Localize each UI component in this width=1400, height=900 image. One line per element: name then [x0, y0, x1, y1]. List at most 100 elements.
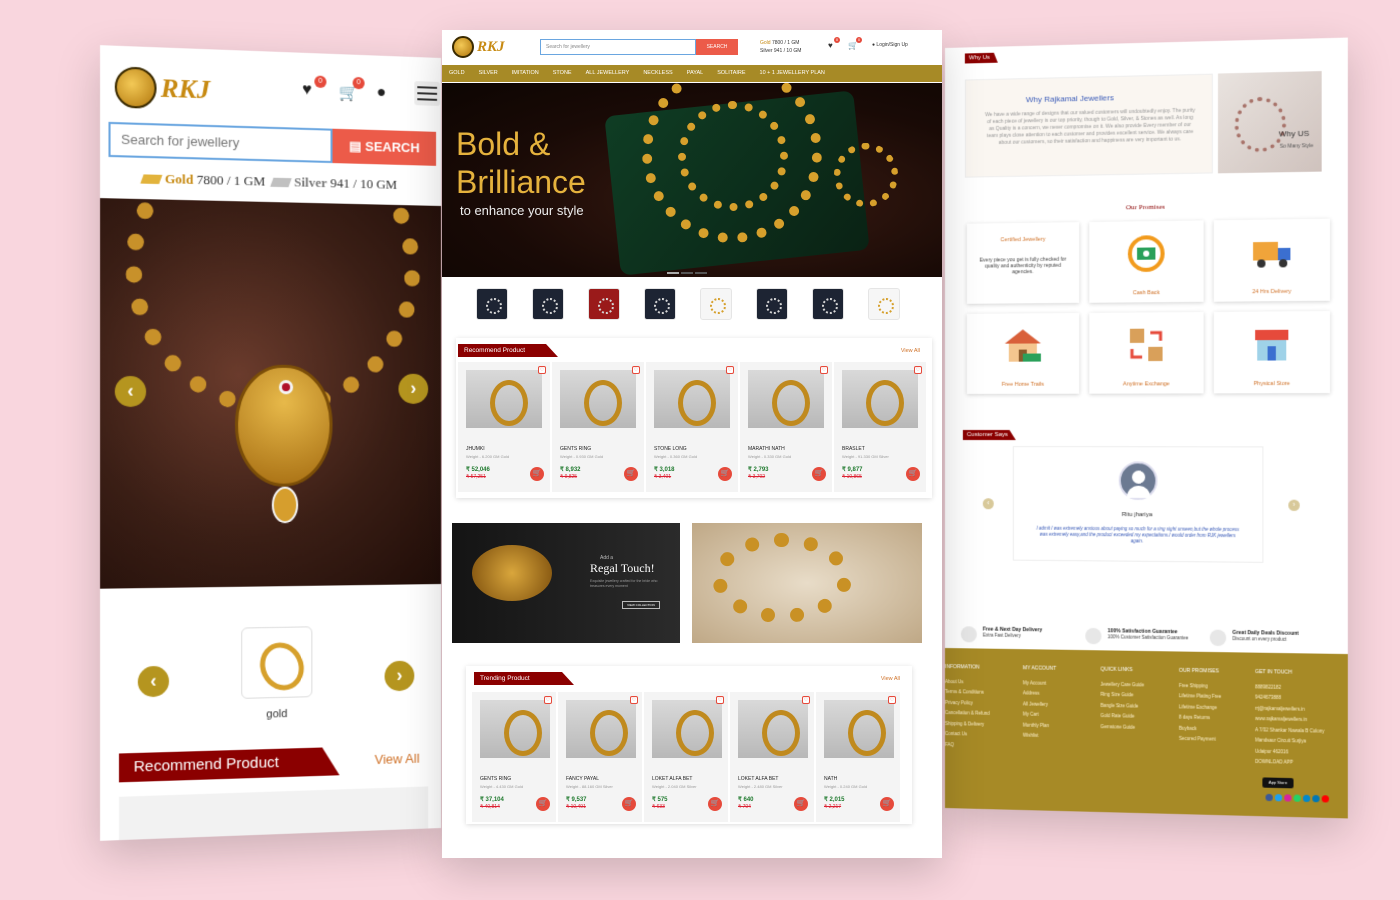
wishlist-heart-icon[interactable]: ♡ [716, 696, 724, 704]
search-input[interactable]: Search for jewellery [108, 122, 332, 163]
category-thumb[interactable] [476, 288, 508, 320]
youtube-icon[interactable] [1322, 795, 1329, 802]
footer-link[interactable]: Gold Rate Guide [1100, 711, 1144, 722]
wishlist-heart-icon[interactable]: ♡ [888, 696, 896, 704]
nav-imitation[interactable]: IMITATION [505, 65, 546, 82]
nav-gold[interactable]: GOLD [442, 65, 472, 82]
wishlist-heart-icon[interactable]: ♡ [538, 366, 546, 374]
footer-link[interactable]: Ring Size Guide [1100, 690, 1144, 701]
app-store-button[interactable]: App Store [1262, 777, 1293, 788]
product-card[interactable]: ♡ GENTS RING Weight - 4.430 GM Gold ₹ 37… [472, 692, 556, 822]
add-to-cart-icon[interactable]: 🛒 [906, 467, 920, 481]
footer-link[interactable]: Gemstone Guide [1100, 722, 1144, 734]
footer-website[interactable]: www.rajkamaljewellers.in [1255, 714, 1324, 726]
category-thumb[interactable] [532, 288, 564, 320]
wishlist-heart-icon[interactable]: ♡ [802, 696, 810, 704]
add-to-cart-icon[interactable]: 🛒 [536, 797, 550, 811]
linkedin-icon[interactable] [1312, 795, 1319, 802]
regal-touch-banner[interactable]: Add a Regal Touch! Exquisite jewellery c… [452, 523, 680, 643]
footer-phone[interactable]: 9424673888 [1255, 692, 1324, 704]
slider-next-button[interactable]: › [398, 374, 428, 404]
wishlist-heart-icon[interactable]: ♥ [828, 41, 833, 50]
footer-link[interactable]: My Cart [1023, 709, 1056, 720]
wishlist-heart-icon[interactable]: ♡ [820, 366, 828, 374]
view-collection-button[interactable]: VIEW COLLECTION [622, 601, 660, 609]
brand-logo[interactable]: RKJ [115, 66, 210, 110]
footer-link[interactable]: About Us [945, 677, 990, 688]
footer-link[interactable]: 8 days Returns [1179, 712, 1221, 724]
footer-link[interactable]: All Jewellery [1023, 699, 1056, 710]
wishlist-heart-icon[interactable]: ♡ [726, 366, 734, 374]
category-thumb[interactable] [756, 288, 788, 320]
slider-dots[interactable] [667, 272, 707, 274]
product-card[interactable]: ♡ LOKET ALFA BET Weight - 2.480 GM Silve… [730, 692, 814, 822]
add-to-cart-icon[interactable]: 🛒 [708, 797, 722, 811]
add-to-cart-icon[interactable]: 🛒 [624, 467, 638, 481]
category-thumb[interactable] [868, 288, 900, 320]
footer-link[interactable]: Lifetime Plating Free [1179, 691, 1221, 702]
wishlist-heart-icon[interactable]: ♡ [632, 366, 640, 374]
product-card[interactable]: ♡ MARATHI NATH Weight - 0.330 GM Gold ₹ … [740, 362, 832, 492]
slider-prev-button[interactable]: ‹ [115, 376, 146, 407]
add-to-cart-icon[interactable]: 🛒 [880, 797, 894, 811]
product-card[interactable]: ♡ LOKET ALFA BET Weight - 2.040 GM Silve… [644, 692, 728, 822]
view-all-link[interactable]: View All [881, 676, 900, 682]
footer-link[interactable]: FAQ [945, 740, 990, 751]
telegram-icon[interactable] [1303, 795, 1310, 802]
product-card[interactable]: ♡ NATH Weight - 0.240 GM Gold ₹ 2,015 ₹ … [816, 692, 900, 822]
nav-all-jewellery[interactable]: ALL JEWELLERY [579, 65, 637, 82]
footer-link[interactable]: Lifetime Exchange [1179, 702, 1221, 713]
view-all-link[interactable]: View All [375, 751, 420, 767]
add-to-cart-icon[interactable]: 🛒 [622, 797, 636, 811]
wishlist-heart-icon[interactable]: ♡ [630, 696, 638, 704]
facebook-icon[interactable] [1266, 794, 1273, 801]
footer-link[interactable]: My Account [1023, 678, 1056, 689]
footer-link[interactable]: Terms & Conditions [945, 687, 990, 698]
add-to-cart-icon[interactable]: 🛒 [718, 467, 732, 481]
testimonial-next-button[interactable]: › [1288, 500, 1299, 511]
wishlist-heart-icon[interactable]: ♡ [544, 696, 552, 704]
product-card[interactable]: ♡ STONE LONG Weight - 0.360 GM Gold ₹ 3,… [646, 362, 738, 492]
category-thumb[interactable] [700, 288, 732, 320]
search-input[interactable]: Search for jewellery [540, 39, 696, 55]
category-thumb[interactable] [644, 288, 676, 320]
view-all-link[interactable]: View All [901, 348, 920, 354]
category-next-button[interactable]: › [385, 661, 415, 692]
add-to-cart-icon[interactable]: 🛒 [530, 467, 544, 481]
add-to-cart-icon[interactable]: 🛒 [812, 467, 826, 481]
whatsapp-icon[interactable] [1294, 795, 1301, 802]
footer-link[interactable]: Bangle Size Guide [1100, 700, 1144, 711]
footer-link[interactable]: Wishlist [1023, 731, 1056, 742]
brand-logo[interactable]: RKJ [452, 36, 505, 58]
category-gold-thumb[interactable] [241, 626, 312, 699]
wishlist-heart-icon[interactable]: ♥ [302, 81, 312, 100]
twitter-icon[interactable] [1275, 794, 1282, 801]
category-thumb[interactable] [588, 288, 620, 320]
hamburger-menu-icon[interactable] [414, 81, 440, 106]
category-prev-button[interactable]: ‹ [138, 666, 169, 698]
category-thumb[interactable] [812, 288, 844, 320]
testimonial-prev-button[interactable]: ‹ [983, 498, 994, 509]
product-card[interactable]: ♡ GENTS RING Weight - 0.930 GM Gold ₹ 8,… [552, 362, 644, 492]
nav-jewellery-plan[interactable]: 10 + 1 JEWELLERY PLAN [753, 65, 832, 82]
nav-stone[interactable]: STONE [546, 65, 579, 82]
instagram-icon[interactable] [1284, 794, 1291, 801]
footer-link[interactable]: Monthly Plan [1023, 720, 1056, 731]
wishlist-heart-icon[interactable]: ♡ [914, 366, 922, 374]
nav-solitaire[interactable]: SOLITAIRE [710, 65, 752, 82]
footer-link[interactable]: Jewellery Care Guide [1100, 679, 1144, 690]
footer-link[interactable]: Contact Us [945, 729, 990, 740]
search-button[interactable]: SEARCH [696, 39, 738, 55]
product-card[interactable]: ♡ BRASLET Weight - 91.330 GM Silver ₹ 9,… [834, 362, 926, 492]
footer-link[interactable]: Cancellation & Refund [945, 708, 990, 719]
footer-link[interactable]: Free Shipping [1179, 680, 1221, 691]
gold-set-banner[interactable] [692, 523, 922, 643]
product-card[interactable]: ♡ JHUMKI Weight - 6.200 GM Gold ₹ 52,046… [458, 362, 550, 492]
search-button[interactable]: ▤ SEARCH [333, 129, 437, 166]
product-card-preview[interactable] [119, 786, 428, 840]
footer-link[interactable]: Address [1023, 688, 1056, 699]
product-card[interactable]: ♡ FANCY PAYAL Weight - 88.160 GM Silver … [558, 692, 642, 822]
login-link[interactable]: ● Login/Sign Up [872, 42, 908, 48]
nav-neckless[interactable]: NECKLESS [636, 65, 679, 82]
nav-silver[interactable]: SILVER [472, 65, 505, 82]
